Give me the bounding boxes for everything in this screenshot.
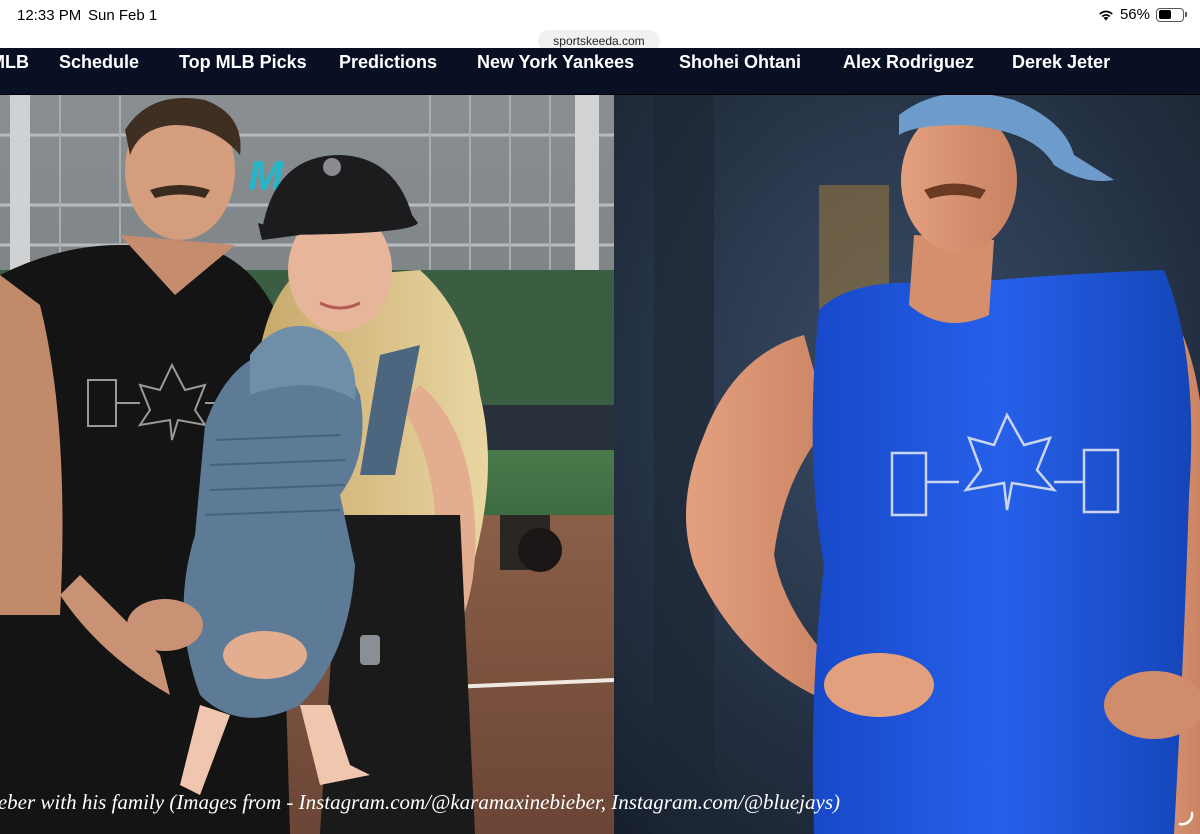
status-bar: 12:33 PM Sun Feb 1 56% [0,0,1200,30]
nav-item-new-york-yankees[interactable]: New York Yankees [477,52,634,73]
status-right: 56% [1098,6,1187,23]
nav-item-alex-rodriguez[interactable]: Alex Rodriguez [843,52,974,73]
status-date: Sun Feb 1 [88,7,158,24]
family-photo: M [0,95,614,834]
nav-item-derek-jeter[interactable]: Derek Jeter [1012,52,1110,73]
battery-icon [1156,7,1187,22]
photo-caption: ieber with his family (Images from - Ins… [0,790,1200,834]
battery-level-fill [1158,10,1171,19]
loading-spinner-icon [1178,810,1194,826]
status-time: 12:33 PM [17,7,82,24]
site-nav: MLB Schedule Top MLB Picks Predictions N… [0,48,1200,94]
nav-item-top-mlb-picks[interactable]: Top MLB Picks [179,52,307,73]
photo-caption-text: ieber with his family (Images from - Ins… [0,790,840,814]
article-photo: M ieber with his family (Images from - I… [0,95,1200,834]
nav-item-predictions[interactable]: Predictions [339,52,437,73]
player-photo [614,95,1200,834]
battery-percent: 56% [1119,6,1150,23]
nav-item-schedule[interactable]: Schedule [59,52,139,73]
wifi-icon [1098,9,1114,21]
nav-item-mlb[interactable]: MLB [0,52,29,73]
nav-item-shohei-ohtani[interactable]: Shohei Ohtani [679,52,801,73]
